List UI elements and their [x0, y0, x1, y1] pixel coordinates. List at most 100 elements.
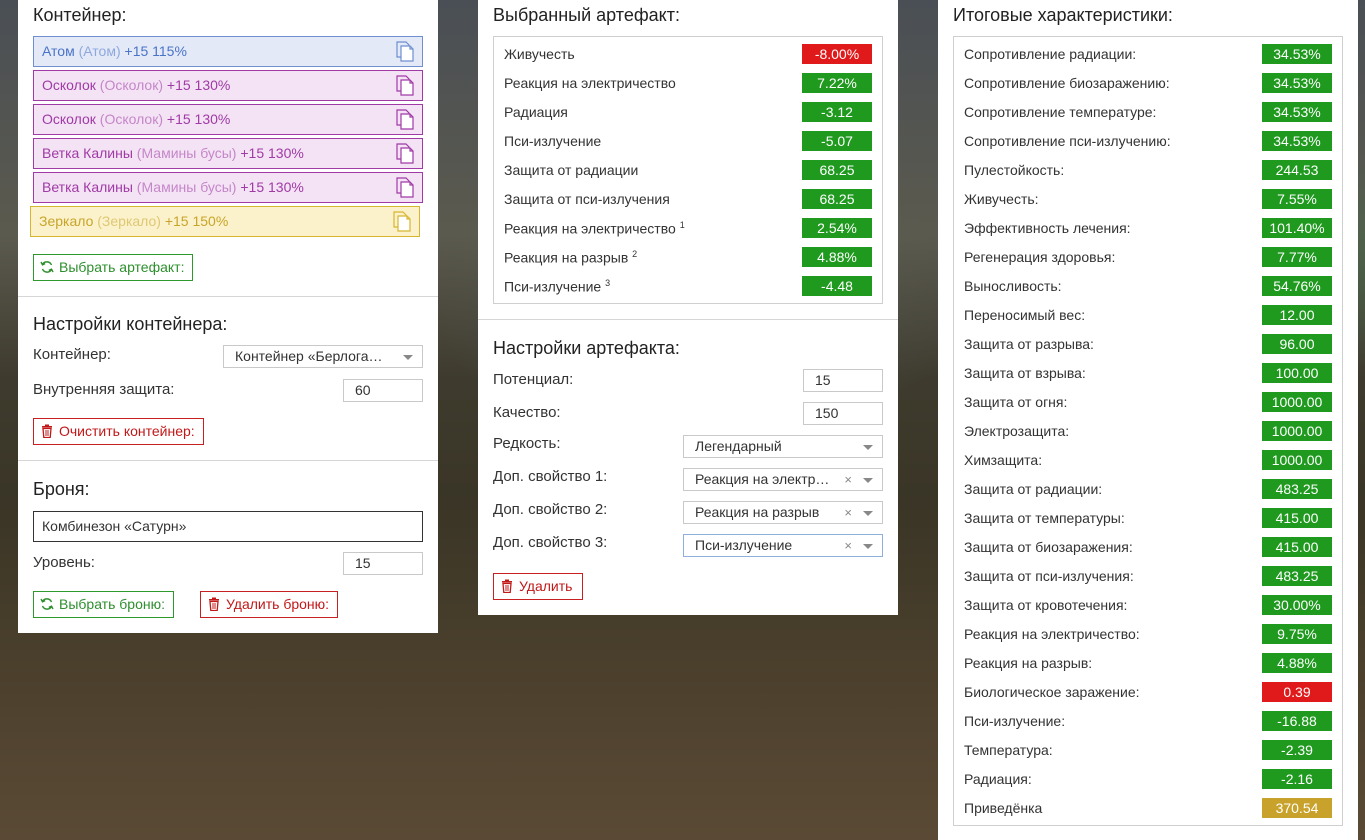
prop1-select[interactable]: Реакция на электр… ×	[683, 468, 883, 491]
stat-value-badge: 34.53%	[1262, 131, 1332, 151]
artifact-slot[interactable]: Осколок (Осколок) +15 130%	[33, 70, 423, 101]
stat-name-text: Регенерация здоровья:	[964, 249, 1116, 265]
armor-name-field[interactable]: Комбинезон «Сатурн»	[33, 511, 423, 542]
delete-armor-button[interactable]: Удалить броню:	[200, 591, 339, 618]
totals-panel: Итоговые характеристики: Сопротивление р…	[938, 0, 1358, 840]
stat-name: Защита от температуры:	[964, 510, 1125, 526]
rarity-select-value: Легендарный	[695, 438, 782, 454]
stat-value-badge: 7.55%	[1262, 189, 1332, 209]
stat-name: Электрозащита:	[964, 423, 1069, 439]
stat-value-badge: 483.25	[1262, 479, 1332, 499]
copy-icon[interactable]	[396, 75, 414, 96]
stat-row: Реакция на разрыв: 4.88%	[954, 649, 1342, 678]
stat-name: Защита от взрыва:	[964, 365, 1086, 381]
stat-name-text: Сопротивление пси-излучению:	[964, 133, 1171, 149]
inner-protection-input[interactable]: 60	[343, 379, 423, 402]
stat-name: Защита от огня:	[964, 394, 1067, 410]
stat-name-text: Защита от взрыва:	[964, 365, 1086, 381]
stat-name-text: Живучесть	[504, 46, 575, 62]
stat-row: Живучесть: 7.55%	[954, 185, 1342, 214]
stat-row: Выносливость: 54.76%	[954, 272, 1342, 301]
stat-row: Электрозащита: 1000.00	[954, 417, 1342, 446]
artifact-slot[interactable]: Атом (Атом) +15 115%	[33, 36, 423, 67]
stat-name: Радиация	[504, 104, 568, 120]
clear-icon[interactable]: ×	[844, 535, 852, 556]
artifact-slot-name: Ветка Калины	[42, 179, 133, 195]
stat-row: Защита от огня: 1000.00	[954, 388, 1342, 417]
copy-icon[interactable]	[396, 109, 414, 130]
artifact-slot[interactable]: Зеркало (Зеркало) +15 150%	[30, 206, 420, 237]
chevron-down-icon	[863, 511, 873, 516]
stat-row: Сопротивление радиации: 34.53%	[954, 40, 1342, 69]
delete-artifact-button[interactable]: Удалить	[493, 573, 584, 600]
prop3-select[interactable]: Пси-излучение ×	[683, 534, 883, 557]
stat-name: Сопротивление пси-излучению:	[964, 133, 1171, 149]
copy-icon[interactable]	[396, 143, 414, 164]
stat-value-badge: 1000.00	[1262, 450, 1332, 470]
trash-icon	[502, 579, 512, 593]
container-select[interactable]: Контейнер «Берлога…	[223, 345, 423, 368]
stat-value-badge: 1000.00	[1262, 392, 1332, 412]
stat-name: Сопротивление радиации:	[964, 46, 1136, 62]
stat-name-text: Пси-излучение:	[964, 713, 1066, 729]
prop2-select[interactable]: Реакция на разрыв ×	[683, 501, 883, 524]
potential-label: Потенциал:	[493, 371, 574, 388]
stat-value-badge: 68.25	[802, 160, 872, 180]
stat-value-badge: 7.77%	[1262, 247, 1332, 267]
copy-icon[interactable]	[396, 177, 414, 198]
stat-row: Температура: -2.39	[954, 736, 1342, 765]
stat-row: Радиация: -2.16	[954, 765, 1342, 794]
stat-name-text: Реакция на электричество:	[964, 626, 1140, 642]
stat-row: Защита от разрыва: 96.00	[954, 330, 1342, 359]
artifact-panel: Выбранный артефакт: Живучесть -8.00% Реакц…	[478, 0, 898, 615]
artifact-slot-name: Зеркало	[39, 213, 94, 229]
select-armor-button[interactable]: Выбрать броню:	[33, 591, 174, 618]
stat-name: Реакция на электричество:	[964, 626, 1140, 642]
stat-row: Пси-излучение: -16.88	[954, 707, 1342, 736]
stat-name-text: Защита от разрыва:	[964, 336, 1094, 352]
stat-row: Сопротивление температуре: 34.53%	[954, 98, 1342, 127]
clear-icon[interactable]: ×	[844, 502, 852, 523]
select-artifact-button[interactable]: Выбрать артефакт:	[33, 254, 194, 281]
artifact-slot[interactable]: Осколок (Осколок) +15 130%	[33, 104, 423, 135]
stat-row: Пси-излучение -5.07	[494, 127, 882, 156]
stat-value-badge: 0.39	[1262, 682, 1332, 702]
copy-icon[interactable]	[393, 211, 411, 232]
artifact-slot[interactable]: Ветка Калины (Мамины бусы) +15 130%	[33, 138, 423, 169]
artifact-slot-subname: (Мамины бусы)	[136, 145, 237, 161]
stat-value-badge: 100.00	[1262, 363, 1332, 383]
trash-icon	[209, 597, 219, 611]
clear-container-button[interactable]: Очистить контейнер:	[33, 418, 204, 445]
totals-stats-table: Сопротивление радиации: 34.53% Сопротивлен…	[953, 36, 1343, 826]
clear-icon[interactable]: ×	[844, 469, 852, 490]
artifact-slot-subname: (Мамины бусы)	[136, 179, 237, 195]
stat-name-text: Реакция на разрыв	[504, 249, 629, 266]
stat-row: Защита от пси-излучения 68.25	[494, 185, 882, 214]
artifact-slot-level: +15 130%	[240, 179, 304, 195]
stat-value-badge: 30.00%	[1262, 595, 1332, 615]
prop1-select-value: Реакция на электр…	[695, 471, 830, 487]
stat-footnote: 1	[679, 220, 685, 230]
armor-level-label: Уровень:	[33, 554, 95, 571]
artifact-slot-subname: (Осколок)	[99, 111, 163, 127]
trash-icon	[42, 424, 52, 438]
potential-input[interactable]: 15	[803, 369, 883, 392]
select-armor-label: Выбрать броню:	[59, 596, 165, 612]
stat-name: Реакция на электричество	[504, 75, 676, 91]
armor-level-input[interactable]: 15	[343, 552, 423, 575]
stat-row: Биологическое заражение: 0.39	[954, 678, 1342, 707]
stat-name-text: Радиация	[504, 104, 568, 120]
stat-row: Реакция на разрыв 2 4.88%	[494, 243, 882, 272]
chevron-down-icon	[863, 544, 873, 549]
stat-name: Защита от разрыва:	[964, 336, 1094, 352]
armor-heading: Броня:	[33, 479, 90, 499]
artifact-slot[interactable]: Ветка Калины (Мамины бусы) +15 130%	[33, 172, 423, 203]
stat-name-text: Реакция на электричество	[504, 220, 676, 237]
copy-icon[interactable]	[396, 41, 414, 62]
stat-value-badge: 34.53%	[1262, 44, 1332, 64]
stat-row: Пулестойкость: 244.53	[954, 156, 1342, 185]
quality-input[interactable]: 150	[803, 402, 883, 425]
stat-name-text: Выносливость:	[964, 278, 1062, 294]
rarity-select[interactable]: Легендарный	[683, 435, 883, 458]
selected-artifact-heading: Выбранный артефакт:	[493, 5, 680, 25]
